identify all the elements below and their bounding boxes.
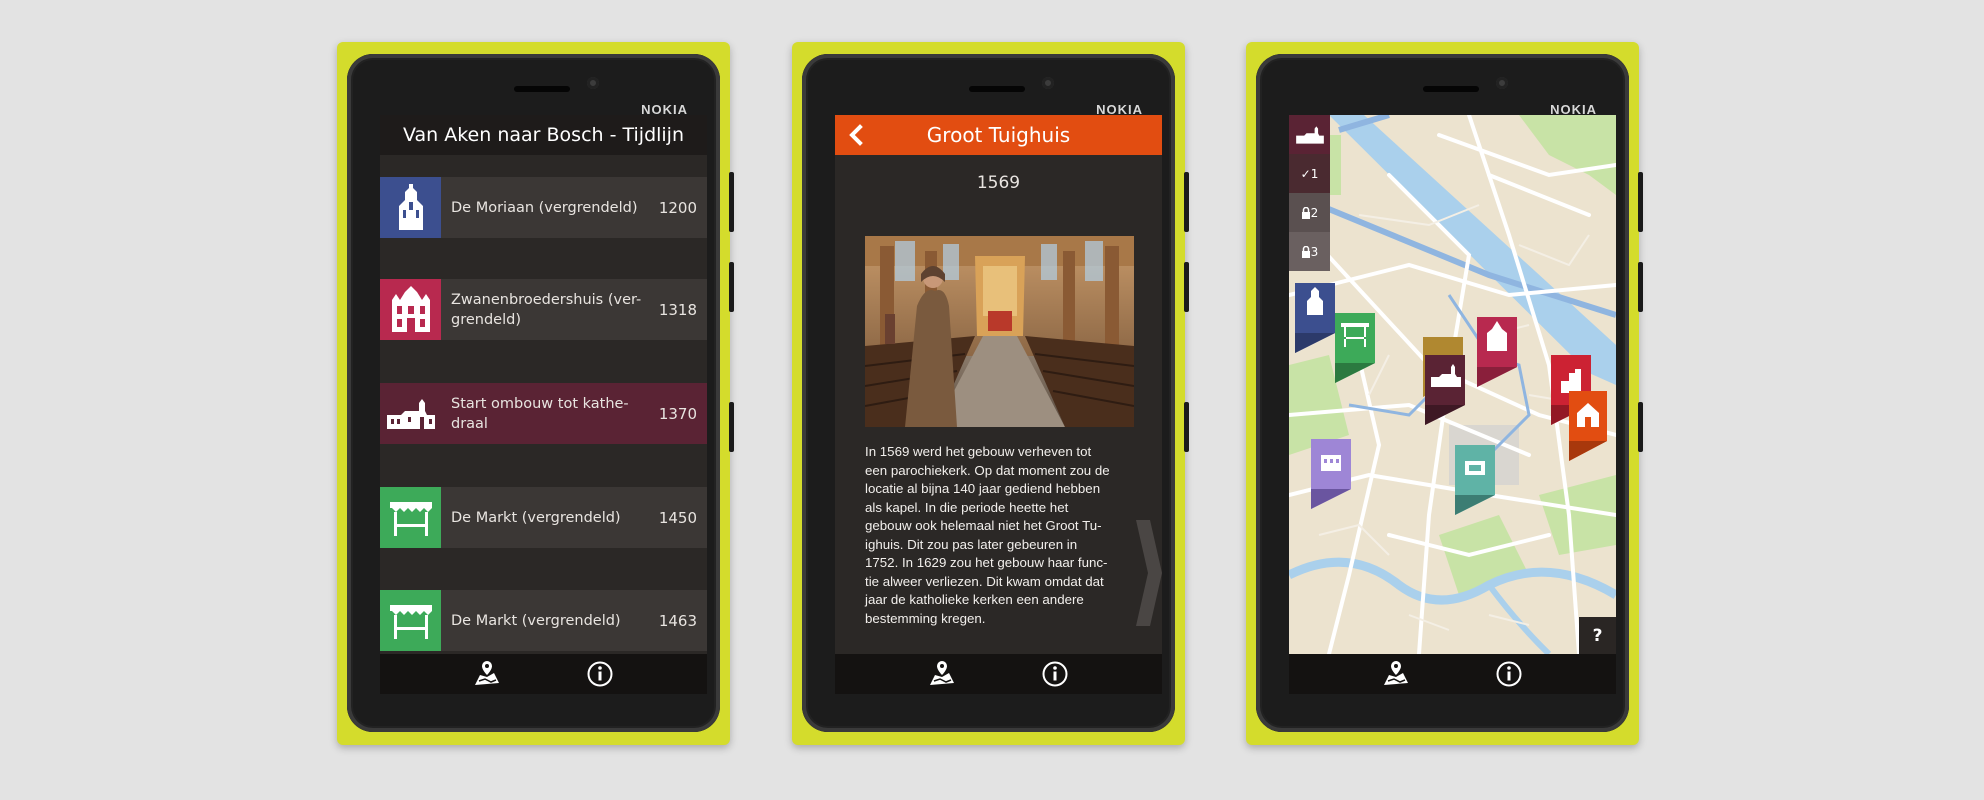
power-button xyxy=(1184,262,1189,312)
tab-label: 2 xyxy=(1310,205,1319,220)
power-button xyxy=(1638,262,1643,312)
phone-map: NOKIA ✓1 2 3 ? xyxy=(1246,42,1643,745)
map-pin-icon[interactable] xyxy=(472,659,502,689)
front-camera xyxy=(1496,77,1508,89)
market-stall-icon xyxy=(380,487,441,548)
phone-bezel: NOKIA Groot Tuighuis 1569 In 1569 werd h… xyxy=(802,54,1175,732)
power-button xyxy=(729,262,734,312)
timeline-item[interactable]: De Moriaan (vergrendeld) 1200 xyxy=(380,177,707,238)
timeline-item-year: 1370 xyxy=(658,404,697,423)
earpiece-speaker xyxy=(514,86,570,92)
description-line: ighuis. Dit zou pas later gebeuren in xyxy=(865,536,1078,552)
phone-detail: NOKIA Groot Tuighuis 1569 In 1569 werd h… xyxy=(792,42,1189,745)
timeline-item-year: 1450 xyxy=(658,508,697,527)
phone-timeline: NOKIA Van Aken naar Bosch - Tijdlijn De … xyxy=(337,42,734,745)
city-map[interactable]: ✓1 2 3 ? xyxy=(1289,115,1616,654)
detail-year: 1569 xyxy=(976,173,1021,193)
description-line: als kapel. In die periode heette het xyxy=(865,499,1069,515)
timeline-screen: Van Aken naar Bosch - Tijdlijn De Moriaa… xyxy=(380,115,707,694)
tab-locked-2[interactable]: 2 xyxy=(1289,193,1330,232)
phone-bezel: NOKIA ✓1 2 3 ? xyxy=(1256,54,1629,732)
church-interior-photo xyxy=(865,236,1134,427)
detail-description: In 1569 werd het gebouw verheven tot een… xyxy=(865,443,1140,628)
layer-tabs: ✓1 2 3 xyxy=(1289,115,1330,271)
timeline-item[interactable]: Start ombouw tot kathe-draal 1370 xyxy=(380,383,707,444)
app-bar xyxy=(380,654,707,694)
app-bar xyxy=(1289,654,1616,694)
description-line: In 1569 werd het gebouw verheven tot xyxy=(865,444,1092,459)
app-bar xyxy=(835,654,1162,694)
timeline-item-year: 1200 xyxy=(658,198,697,217)
detail-screen: Groot Tuighuis 1569 In 1569 werd het geb… xyxy=(835,115,1162,694)
back-arrow-icon[interactable] xyxy=(845,123,869,147)
timeline-item[interactable]: De Markt (vergrendeld) 1463 xyxy=(380,590,707,651)
mockup-stage: NOKIA Van Aken naar Bosch - Tijdlijn De … xyxy=(0,0,1984,800)
earpiece-speaker xyxy=(1423,86,1479,92)
timeline-item-label: Zwanenbroedershuis (ver-grendeld) xyxy=(451,291,642,328)
tab-label: 3 xyxy=(1310,244,1319,259)
help-button[interactable]: ? xyxy=(1579,617,1616,654)
page-title: Groot Tuighuis xyxy=(926,123,1071,147)
volume-button xyxy=(1638,172,1643,232)
camera-button xyxy=(729,402,734,452)
timeline-item[interactable]: Zwanenbroedershuis (ver-grendeld) 1318 xyxy=(380,279,707,340)
timeline-item-label: Start ombouw tot kathe-draal xyxy=(451,395,629,432)
map-pin-icon[interactable] xyxy=(1381,659,1411,689)
map-pin-icon[interactable] xyxy=(927,659,957,689)
timeline-item-year: 1318 xyxy=(658,300,697,319)
info-icon[interactable] xyxy=(1040,659,1070,689)
volume-button xyxy=(729,172,734,232)
timeline-item-label: De Markt (vergrendeld) xyxy=(451,612,621,629)
front-camera xyxy=(587,77,599,89)
map-screen: ✓1 2 3 ? xyxy=(1289,115,1616,694)
description-line: bestemming kregen. xyxy=(865,610,986,626)
lock-icon xyxy=(1301,245,1310,258)
tab-locked-3[interactable]: 3 xyxy=(1289,232,1330,271)
next-page-chevron-icon[interactable] xyxy=(1134,520,1162,626)
tower-building-icon xyxy=(380,177,441,238)
info-icon[interactable] xyxy=(585,659,615,689)
timeline-item-label: De Moriaan (vergrendeld) xyxy=(451,199,638,216)
timeline-item-label: De Markt (vergrendeld) xyxy=(451,509,621,526)
info-icon[interactable] xyxy=(1494,659,1524,689)
timeline-item-year: 1463 xyxy=(658,611,697,630)
description-line: jaar de katholieke kerken een andere xyxy=(865,592,1084,607)
volume-button xyxy=(1184,172,1189,232)
camera-button xyxy=(1184,402,1189,452)
timeline-item[interactable]: De Markt (vergrendeld) 1450 xyxy=(380,487,707,548)
earpiece-speaker xyxy=(969,86,1025,92)
tab-unlocked[interactable]: ✓1 xyxy=(1289,154,1330,193)
tab-cathedral[interactable] xyxy=(1289,115,1330,154)
description-line: locatie al bijna 140 jaar gediend hebben xyxy=(865,481,1101,496)
cathedral-icon xyxy=(1295,125,1324,144)
market-stall-icon xyxy=(380,590,441,651)
detail-header: Groot Tuighuis xyxy=(835,115,1162,155)
guildhall-icon xyxy=(380,279,441,340)
description-line: gebouw ook helemaal niet het Groot Tu- xyxy=(865,518,1102,533)
phone-bezel: NOKIA Van Aken naar Bosch - Tijdlijn De … xyxy=(347,54,720,732)
page-title: Van Aken naar Bosch - Tijdlijn xyxy=(380,115,707,155)
lock-icon xyxy=(1301,206,1310,219)
description-line: een parochiekerk. Op dat moment zou de xyxy=(865,462,1110,478)
front-camera xyxy=(1042,77,1054,89)
description-line: 1752. In 1629 zou het gebouw haar func- xyxy=(865,555,1108,570)
camera-button xyxy=(1638,402,1643,452)
cathedral-icon xyxy=(380,383,441,444)
description-line: tie alweer verliezen. Dit kwam omdat dat xyxy=(865,573,1104,589)
